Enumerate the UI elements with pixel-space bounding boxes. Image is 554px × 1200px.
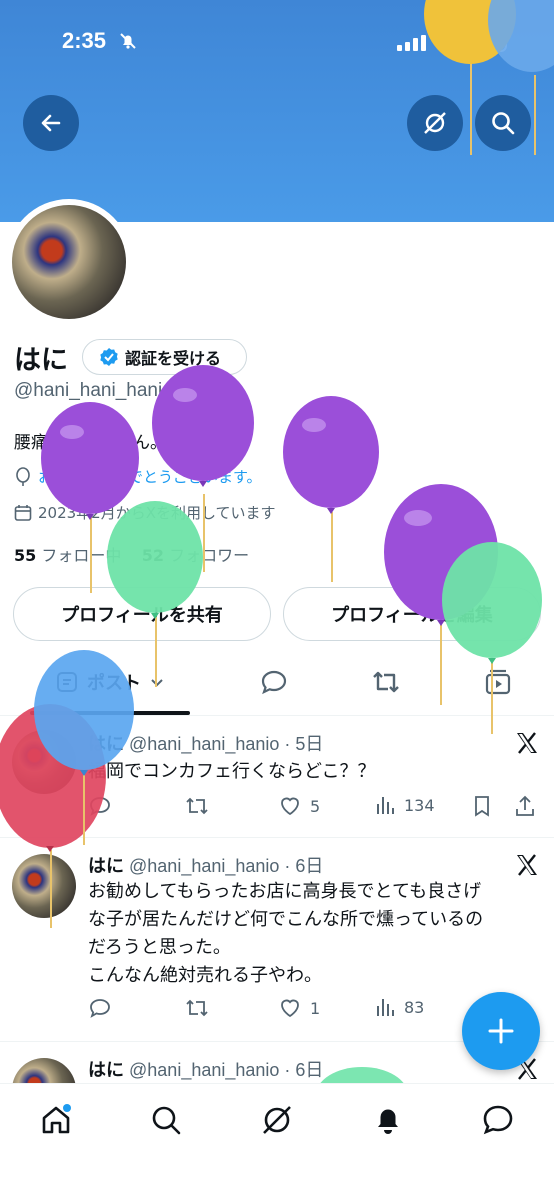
grok-icon: [263, 1106, 291, 1134]
nav-search[interactable]: [146, 1100, 186, 1140]
balloon-green: [320, 1067, 404, 1083]
nav-notifications[interactable]: [368, 1100, 408, 1140]
balloon-purple: [283, 396, 379, 582]
balloon-green: [107, 501, 203, 687]
home-icon: [42, 1104, 71, 1134]
bell-icon: [378, 1109, 398, 1134]
message-icon: [483, 1105, 513, 1135]
nav-messages[interactable]: [478, 1100, 518, 1140]
balloon-green: [442, 542, 542, 734]
bottom-navigation: [0, 1083, 554, 1200]
nav-grok[interactable]: [257, 1100, 297, 1140]
balloon-blue-top: [488, 0, 554, 155]
nav-home[interactable]: [36, 1100, 76, 1140]
birthday-balloons-overlay: [0, 0, 554, 1083]
search-icon: [152, 1106, 181, 1135]
